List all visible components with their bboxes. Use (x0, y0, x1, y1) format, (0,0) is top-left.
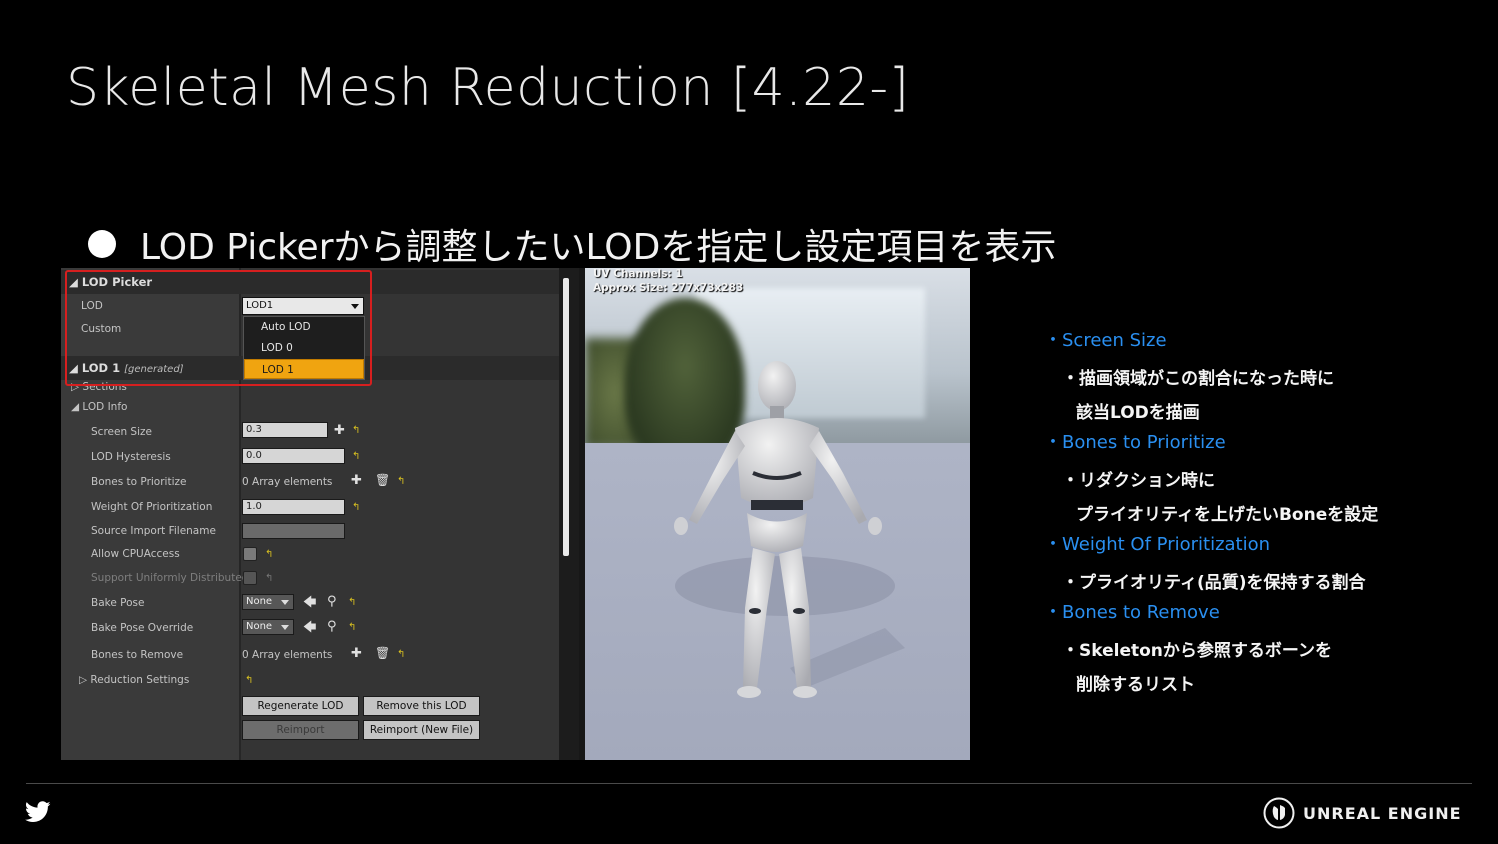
brand-text: UNREAL ENGINE (1303, 803, 1462, 823)
property-descriptions: ・Screen Size ・描画領域がこの割合になった時に 該当LODを描画 ・… (1044, 328, 1464, 702)
chevron-down-icon (281, 600, 289, 605)
source-import-filename-label: Source Import Filename (91, 525, 216, 537)
search-icon[interactable]: ⚲ (327, 595, 337, 608)
lod-info-group[interactable]: ◢ LOD Info (71, 401, 127, 413)
screen-size-label: Screen Size (91, 426, 152, 438)
bake-pose-override-select[interactable]: None (242, 619, 294, 635)
allow-cpu-access-label: Allow CPUAccess (91, 548, 180, 560)
desc-text: 削除するリスト (1076, 675, 1195, 695)
desc-heading: ・Screen Size (1044, 330, 1167, 351)
highlight-outline (65, 270, 372, 386)
viewport[interactable]: UV Channels: 1 Approx Size: 277x73x283 (585, 268, 970, 760)
add-element-icon[interactable]: ✚ (351, 647, 362, 660)
desc-text: ・Skeletonから参照するボーンを (1062, 641, 1333, 661)
desc-text: ・リダクション時に (1062, 471, 1215, 491)
reset-icon[interactable]: ↰ (245, 676, 253, 686)
reset-icon[interactable]: ↰ (397, 650, 405, 660)
allow-cpu-access-checkbox[interactable] (243, 547, 257, 561)
bake-pose-select[interactable]: None (242, 594, 294, 610)
reduction-settings-group[interactable]: ▷ Reduction Settings (79, 674, 189, 686)
trash-icon[interactable]: 🗑 (375, 474, 390, 487)
reset-icon[interactable]: ↰ (397, 477, 405, 487)
reset-icon[interactable]: ↰ (265, 574, 273, 584)
uv-channels-readout: UV Channels: 1 (593, 268, 683, 280)
lod-hysteresis-label: LOD Hysteresis (91, 451, 171, 463)
desc-text: ・描画領域がこの割合になった時に (1062, 369, 1334, 389)
bake-pose-label: Bake Pose (91, 597, 145, 609)
footer-divider (26, 783, 1472, 784)
bones-to-remove-count: 0 Array elements (242, 649, 333, 661)
bake-pose-override-label: Bake Pose Override (91, 622, 194, 634)
regenerate-lod-button[interactable]: Regenerate LOD (242, 696, 359, 716)
slide-bullet: LOD Pickerから調整したいLODを指定し設定項目を表示 (88, 218, 1056, 270)
screen-size-input[interactable]: 0.3 (242, 422, 328, 438)
arrow-left-icon[interactable]: 🡄 (303, 621, 316, 634)
unreal-logo-icon (1263, 797, 1295, 829)
reset-icon[interactable]: ↰ (265, 550, 273, 560)
add-element-icon[interactable]: ✚ (351, 474, 362, 487)
scrollbar-track (559, 268, 579, 760)
twitter-icon[interactable] (25, 800, 51, 824)
bones-to-prioritize-label: Bones to Prioritize (91, 476, 187, 488)
bullet-text: LOD Pickerから調整したいLODを指定し設定項目を表示 (140, 227, 1057, 268)
slide-title: Skeletal Mesh Reduction [4.22-] (66, 58, 910, 118)
bones-to-remove-label: Bones to Remove (91, 649, 184, 661)
desc-heading: ・Weight Of Prioritization (1044, 534, 1271, 555)
reset-icon[interactable]: ↰ (348, 598, 356, 608)
remove-lod-button[interactable]: Remove this LOD (363, 696, 480, 716)
search-icon[interactable]: ⚲ (327, 620, 337, 633)
approx-size-readout: Approx Size: 277x73x283 (593, 282, 744, 294)
bones-to-prioritize-count: 0 Array elements (242, 476, 333, 488)
desc-heading: ・Bones to Prioritize (1044, 432, 1226, 453)
reset-icon[interactable]: ↰ (348, 623, 356, 633)
source-import-filename-input[interactable] (242, 523, 345, 539)
support-uniformly-distributed-checkbox[interactable] (243, 571, 257, 585)
lod-hysteresis-input[interactable]: 0.0 (242, 448, 345, 464)
weight-of-prioritization-label: Weight Of Prioritization (91, 501, 213, 513)
reset-icon[interactable]: ↰ (352, 452, 360, 462)
desc-text: ・プライオリティ(品質)を保持する割合 (1062, 573, 1366, 593)
reimport-new-file-button[interactable]: Reimport (New File) (363, 720, 480, 740)
reset-icon[interactable]: ↰ (352, 426, 360, 436)
unreal-engine-logo: UNREAL ENGINE (1263, 797, 1462, 829)
chevron-down-icon (281, 625, 289, 630)
support-uniformly-distributed-label: Support Uniformly Distributed (91, 572, 249, 584)
plus-icon[interactable]: ✚ (334, 424, 345, 437)
bullet-dot (88, 230, 116, 258)
arrow-left-icon[interactable]: 🡄 (303, 596, 316, 609)
reimport-button[interactable]: Reimport (242, 720, 359, 740)
scrollbar-thumb[interactable] (563, 278, 569, 556)
weight-of-prioritization-input[interactable]: 1.0 (242, 499, 345, 515)
details-panel: ◢ LOD Picker LOD LOD1 Custom ◢ LOD 1 [ge… (61, 268, 579, 760)
desc-text: プライオリティを上げたいBoneを設定 (1076, 505, 1379, 525)
trash-icon[interactable]: 🗑 (375, 647, 390, 660)
mannequin-figure (674, 361, 905, 698)
reset-icon[interactable]: ↰ (352, 503, 360, 513)
desc-heading: ・Bones to Remove (1044, 602, 1220, 623)
desc-text: 該当LODを描画 (1076, 403, 1200, 423)
